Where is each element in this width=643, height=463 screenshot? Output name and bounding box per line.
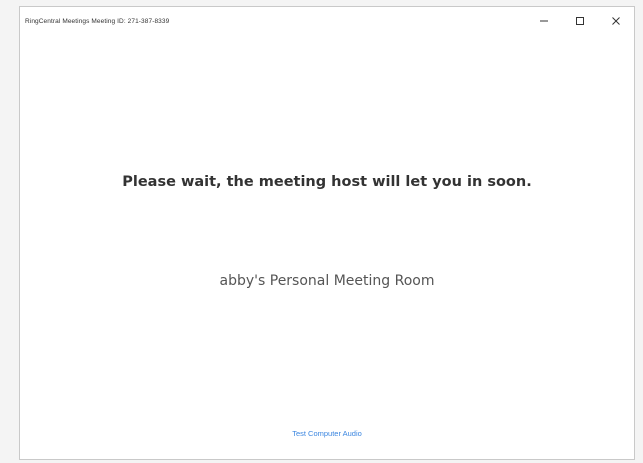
title-bar[interactable]: RingCentral Meetings Meeting ID: 271-387… — [20, 7, 634, 35]
screen: RingCentral Meetings Meeting ID: 271-387… — [0, 0, 643, 463]
minimize-icon — [540, 20, 548, 22]
test-computer-audio-link[interactable]: Test Computer Audio — [20, 429, 634, 438]
meeting-room-name: abby's Personal Meeting Room — [219, 273, 435, 289]
window-title: RingCentral Meetings Meeting ID: 271-387… — [25, 17, 170, 25]
waiting-message: Please wait, the meeting host will let y… — [122, 174, 532, 190]
minimize-button[interactable] — [526, 7, 562, 35]
maximize-icon — [576, 17, 584, 25]
meeting-window: RingCentral Meetings Meeting ID: 271-387… — [19, 6, 635, 460]
close-icon — [612, 17, 620, 25]
window-controls — [526, 7, 634, 35]
maximize-button[interactable] — [562, 7, 598, 35]
close-button[interactable] — [598, 7, 634, 35]
